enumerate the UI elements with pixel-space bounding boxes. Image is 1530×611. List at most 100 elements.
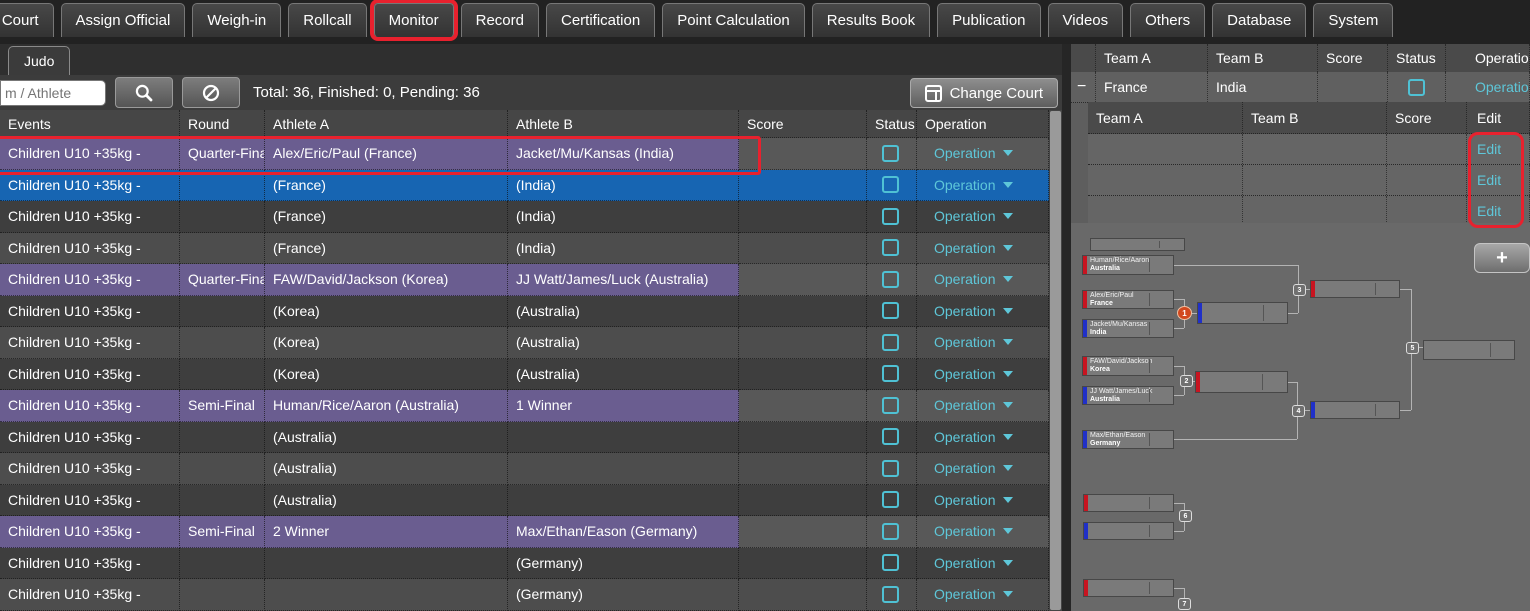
cell-athlete-b	[508, 453, 739, 485]
bracket-connector	[1298, 294, 1299, 313]
edit-link[interactable]: Edit	[1477, 172, 1501, 188]
bracket-slot-box[interactable]	[1083, 579, 1174, 597]
app-window: gn CourtAssign OfficialWeigh-inRollcallM…	[0, 0, 1530, 611]
bracket-team-box[interactable]: Alex/Eric/PaulFrance	[1082, 290, 1174, 309]
bracket-slot-box[interactable]	[1423, 340, 1515, 360]
table-row[interactable]: Children U10 +35kg -(France)(India)Opera…	[0, 170, 1049, 202]
operation-dropdown[interactable]: Operation	[934, 586, 995, 602]
nav-tab-record[interactable]: Record	[461, 3, 539, 37]
nav-tab-assign-official[interactable]: Assign Official	[61, 3, 186, 37]
bracket-team-box[interactable]: FAW/David/JacksonKorea	[1082, 356, 1174, 376]
add-button[interactable]: +	[1474, 243, 1530, 273]
status-checkbox[interactable]	[882, 365, 899, 382]
bracket-connector	[1288, 313, 1298, 314]
operation-dropdown[interactable]: Operation	[934, 303, 995, 319]
table-row[interactable]: Children U10 +35kg -(Germany)Operation	[0, 579, 1049, 611]
operation-dropdown[interactable]: Operation	[934, 555, 995, 571]
bracket-team-box[interactable]: JJ Watt/James/LuckAustralia	[1082, 386, 1174, 405]
nav-tab-certification[interactable]: Certification	[546, 3, 655, 37]
status-checkbox[interactable]	[882, 491, 899, 508]
bracket-slot-box[interactable]	[1197, 302, 1288, 324]
bracket-slot-box[interactable]	[1195, 371, 1288, 393]
status-checkbox[interactable]	[882, 208, 899, 225]
scrollbar-thumb[interactable]	[1050, 111, 1061, 610]
change-court-button[interactable]: Change Court	[910, 78, 1058, 108]
status-checkbox[interactable]	[882, 523, 899, 540]
nav-tab-database[interactable]: Database	[1212, 3, 1306, 37]
nav-tab-point-calculation[interactable]: Point Calculation	[662, 3, 805, 37]
operation-dropdown[interactable]: Operation	[934, 492, 995, 508]
operation-dropdown[interactable]: Operation	[934, 366, 995, 382]
status-checkbox[interactable]	[882, 428, 899, 445]
table-row[interactable]: Children U10 +35kg -Quarter-FinalFAW/Dav…	[0, 264, 1049, 296]
table-row[interactable]: Children U10 +35kg -(Korea)(Australia)Op…	[0, 359, 1049, 391]
nav-tab-rollcall[interactable]: Rollcall	[288, 3, 366, 37]
table-row[interactable]: Children U10 +35kg -(France)(India)Opera…	[0, 201, 1049, 233]
status-checkbox[interactable]	[882, 554, 899, 571]
status-checkbox[interactable]	[882, 239, 899, 256]
bracket-slot-box[interactable]	[1083, 494, 1174, 512]
table-row[interactable]: Children U10 +35kg -(France)(India)Opera…	[0, 233, 1049, 265]
table-row[interactable]: Children U10 +35kg -(Australia)Operation	[0, 453, 1049, 485]
operation-dropdown[interactable]: Operation	[934, 145, 995, 161]
collapse-toggle[interactable]: −	[1077, 79, 1086, 95]
operation-dropdown[interactable]: Operation	[934, 460, 995, 476]
cell-operation: Operation	[917, 390, 1049, 422]
operation-dropdown[interactable]: Operation	[934, 429, 995, 445]
operation-dropdown[interactable]: Operation	[934, 177, 995, 193]
chevron-down-icon	[1003, 276, 1013, 282]
table-row[interactable]: Children U10 +35kg -(Australia)Operation	[0, 422, 1049, 454]
bracket-team-box[interactable]: Jacket/Mu/KansasIndia	[1082, 319, 1174, 338]
status-checkbox[interactable]	[882, 271, 899, 288]
edit-link[interactable]: Edit	[1477, 203, 1501, 219]
clear-search-button[interactable]	[182, 77, 240, 108]
nav-tab-results-book[interactable]: Results Book	[812, 3, 930, 37]
search-input[interactable]	[0, 80, 106, 106]
operation-dropdown[interactable]: Operation	[934, 397, 995, 413]
cell-status	[867, 485, 917, 517]
bracket-connector	[1174, 265, 1298, 266]
status-checkbox[interactable]	[882, 586, 899, 603]
nav-tab-monitor[interactable]: Monitor	[374, 3, 454, 37]
table-row[interactable]: Children U10 +35kg -(Korea)(Australia)Op…	[0, 296, 1049, 328]
operation-dropdown[interactable]: Operation	[934, 240, 995, 256]
search-button[interactable]	[115, 77, 173, 108]
table-row[interactable]: Children U10 +35kg -(Korea)(Australia)Op…	[0, 327, 1049, 359]
status-checkbox[interactable]	[882, 460, 899, 477]
match-score-cell	[1387, 196, 1467, 226]
cell-status	[867, 170, 917, 202]
status-checkbox[interactable]	[882, 334, 899, 351]
nav-tab-weigh-in[interactable]: Weigh-in	[192, 3, 281, 37]
nav-tab-videos[interactable]: Videos	[1048, 3, 1124, 37]
tab-judo[interactable]: Judo	[8, 46, 70, 76]
table-row[interactable]: Children U10 +35kg -Semi-FinalHuman/Rice…	[0, 390, 1049, 422]
team-status-checkbox[interactable]	[1408, 79, 1425, 96]
bracket-slot-box[interactable]	[1090, 238, 1185, 251]
nav-tab-publication[interactable]: Publication	[937, 3, 1040, 37]
status-checkbox[interactable]	[882, 176, 899, 193]
bracket-team-box[interactable]: Human/Rice/AaronAustralia	[1082, 255, 1174, 275]
bracket-slot-box[interactable]	[1083, 522, 1174, 540]
nav-tab-others[interactable]: Others	[1130, 3, 1205, 37]
team-row[interactable]: − France India Operation	[1071, 72, 1530, 103]
status-checkbox[interactable]	[882, 145, 899, 162]
operation-dropdown[interactable]: Operation	[934, 334, 995, 350]
nav-tab-gn-court[interactable]: gn Court	[0, 3, 54, 37]
cell-status	[867, 327, 917, 359]
bracket-slot-box[interactable]	[1310, 401, 1400, 419]
table-row[interactable]: Children U10 +35kg -Semi-Final2 WinnerMa…	[0, 516, 1049, 548]
nav-tab-system[interactable]: System	[1313, 3, 1393, 37]
table-row[interactable]: Children U10 +35kg -(Australia)Operation	[0, 485, 1049, 517]
operation-dropdown[interactable]: Operation	[934, 523, 995, 539]
operation-dropdown[interactable]: Operation	[934, 271, 995, 287]
status-checkbox[interactable]	[882, 302, 899, 319]
bracket-slot-box[interactable]	[1310, 280, 1400, 298]
chevron-down-icon	[1003, 402, 1013, 408]
edit-link[interactable]: Edit	[1477, 141, 1501, 157]
table-row[interactable]: Children U10 +35kg -(Germany)Operation	[0, 548, 1049, 580]
status-checkbox[interactable]	[882, 397, 899, 414]
table-row[interactable]: Children U10 +35kg -Quarter-FinalAlex/Er…	[0, 138, 1049, 170]
operation-dropdown[interactable]: Operation	[934, 208, 995, 224]
bracket-team-box[interactable]: Max/Ethan/EasonGermany	[1082, 430, 1174, 449]
team-operation-dropdown[interactable]: Operation	[1475, 79, 1530, 95]
